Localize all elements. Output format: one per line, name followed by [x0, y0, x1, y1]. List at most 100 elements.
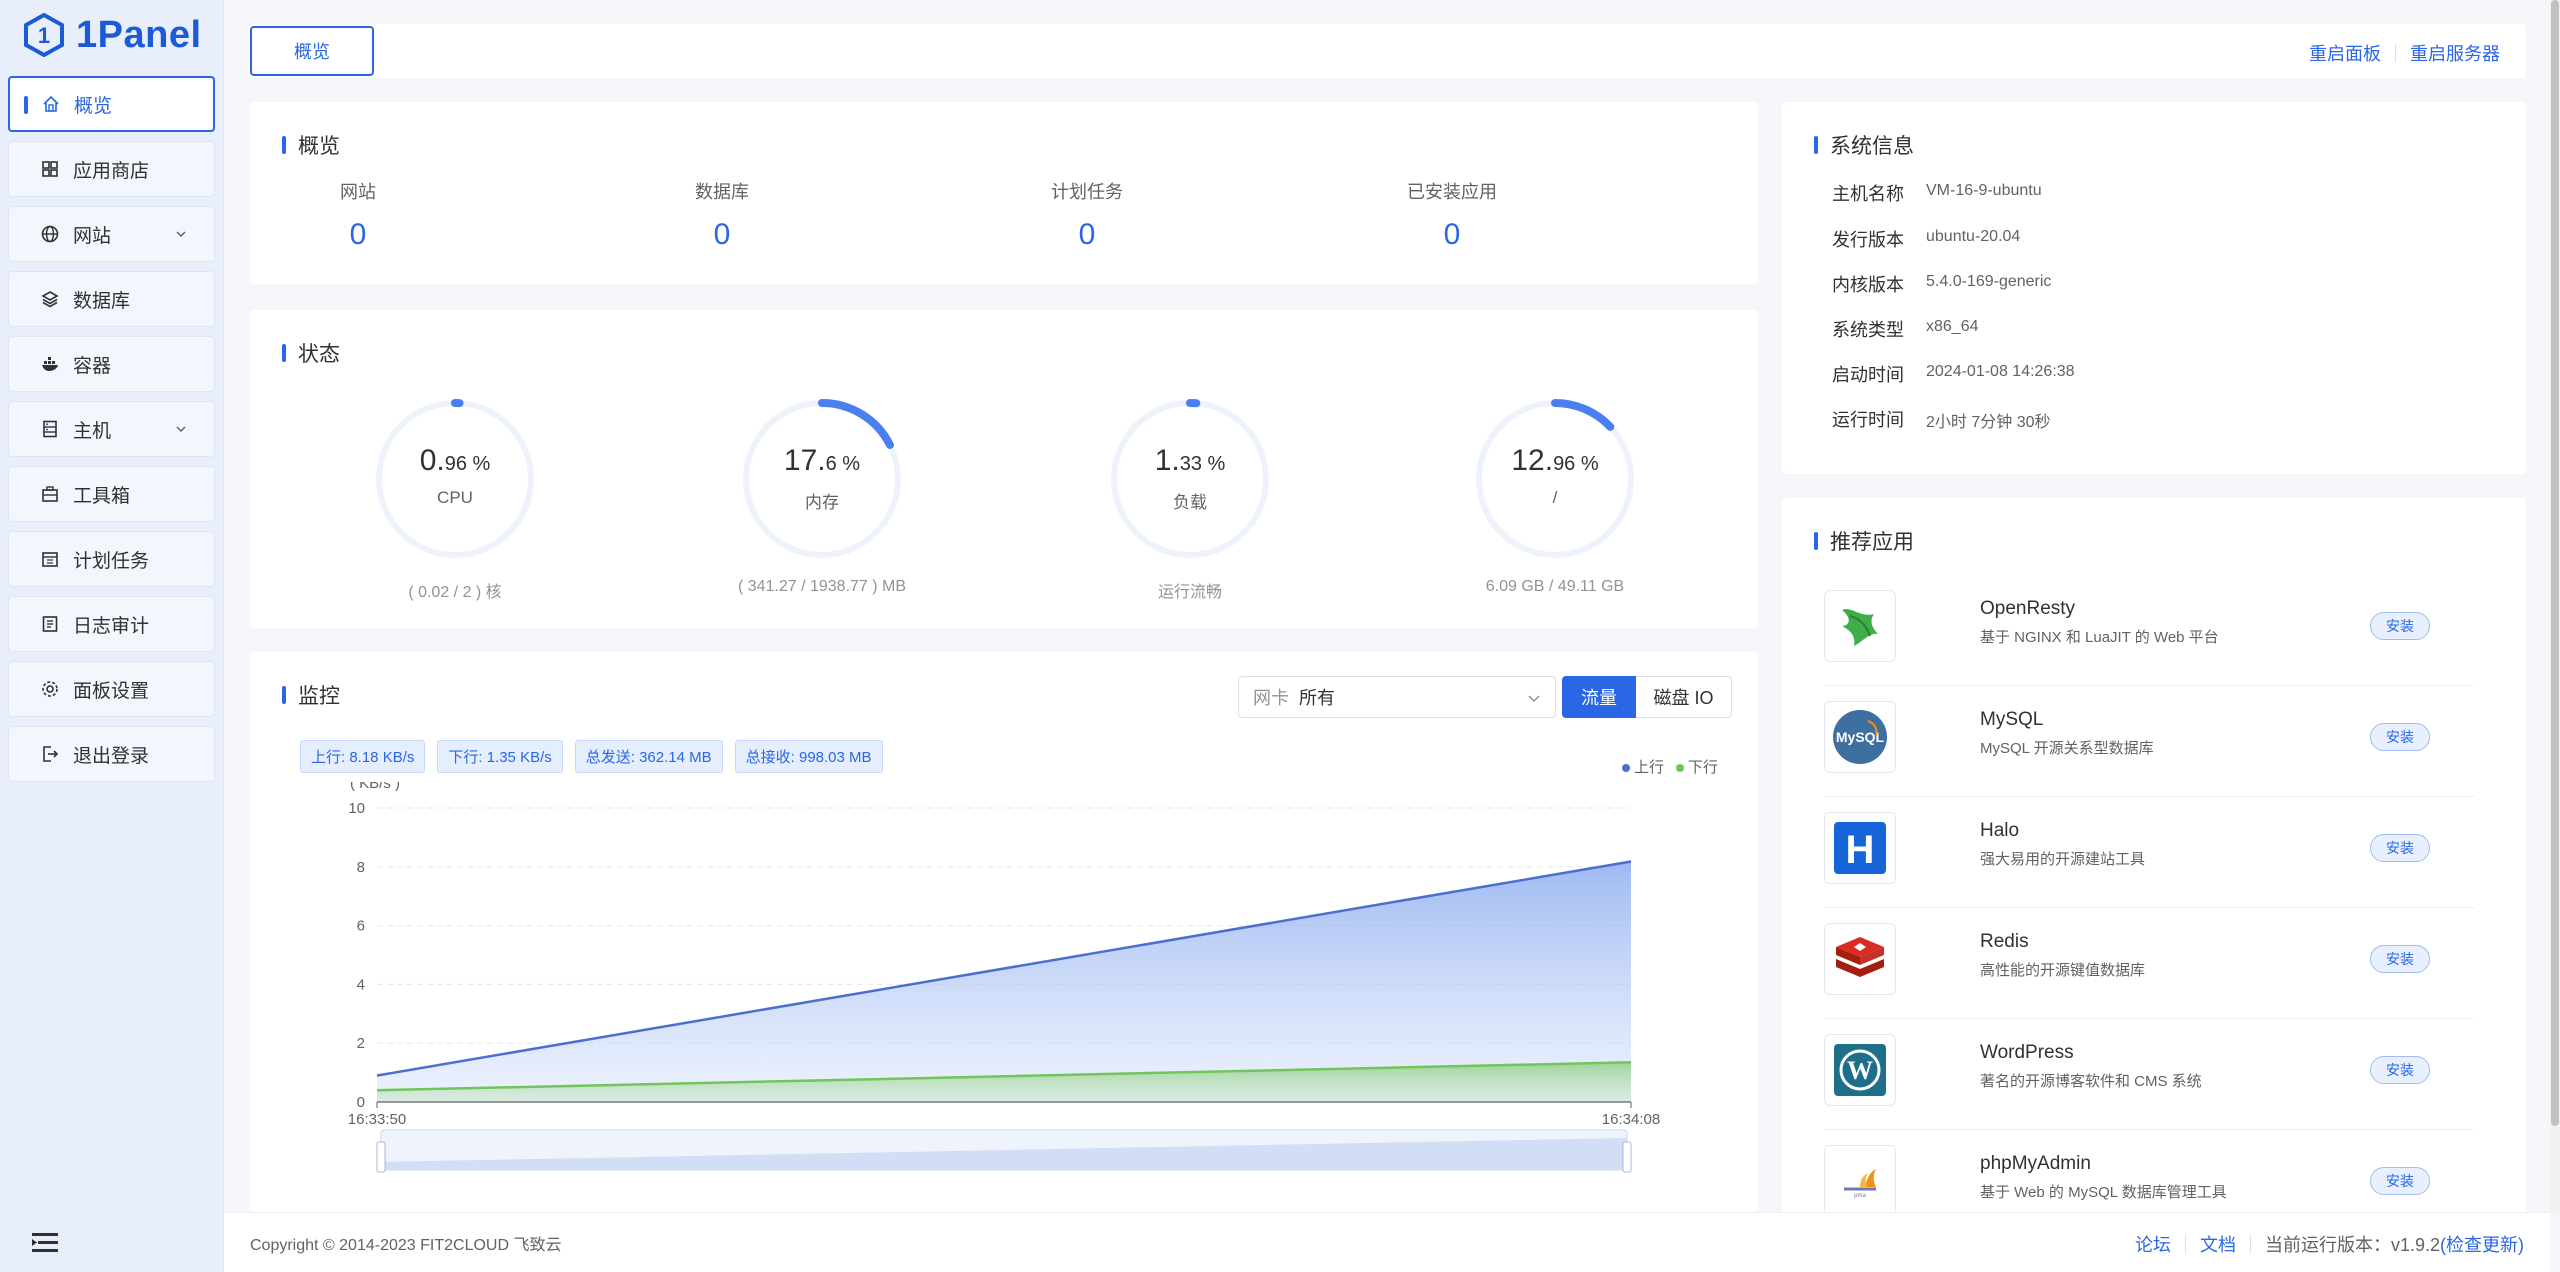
app-description: 基于 Web 的 MySQL 数据库管理工具	[1980, 1184, 2227, 1201]
install-button[interactable]: 安装	[2370, 834, 2430, 862]
sysinfo-key: 主机名称	[1832, 184, 1904, 204]
install-button[interactable]: 安装	[2370, 945, 2430, 973]
gauge-ring	[742, 399, 902, 559]
sysinfo-key: 内核版本	[1832, 275, 1904, 295]
brand-name: 1Panel	[76, 13, 202, 56]
divider	[2395, 44, 2396, 62]
page-scrollbar[interactable]	[2550, 0, 2560, 1212]
y-tick-label: 0	[357, 1094, 365, 1111]
stat-label: 数据库	[695, 182, 749, 202]
sidebar-item-server[interactable]: 主机	[8, 401, 215, 457]
install-button[interactable]: 安装	[2370, 723, 2430, 751]
overview-title: 概览	[282, 130, 340, 160]
sidebar-item-grid[interactable]: 应用商店	[8, 141, 215, 197]
zoom-handle-left[interactable]	[376, 1141, 386, 1173]
app-item-phpmyadmin[interactable]: pma phpMyAdmin 基于 Web 的 MySQL 数据库管理工具 安装	[1824, 1131, 2474, 1218]
gauge-value: 0.96 %	[370, 444, 540, 478]
svg-text:pma: pma	[1854, 1193, 1866, 1199]
app-name: Halo	[1980, 820, 2020, 841]
stat-value: 0	[1078, 218, 1096, 251]
app-item-openresty[interactable]: OpenResty 基于 NGINX 和 LuaJIT 的 Web 平台 安装	[1824, 576, 2474, 686]
sidebar-nav: 概览应用商店网站数据库容器主机工具箱计划任务日志审计面板设置退出登录	[0, 70, 223, 782]
sidebar-item-logout[interactable]: 退出登录	[8, 726, 215, 782]
logo-hexagon-icon: 1	[22, 12, 66, 58]
app-name: MySQL	[1980, 709, 2044, 730]
x-tick-label: 16:33:50	[348, 1111, 406, 1128]
sidebar-item-toolbox[interactable]: 工具箱	[8, 466, 215, 522]
sidebar-item-gear[interactable]: 面板设置	[8, 661, 215, 717]
app-item-halo[interactable]: H Halo 强大易用的开源建站工具 安装	[1824, 798, 2474, 908]
sidebar-item-log[interactable]: 日志审计	[8, 596, 215, 652]
check-update-link[interactable]: (检查更新)	[2440, 1231, 2524, 1257]
sidebar-item-layers[interactable]: 数据库	[8, 271, 215, 327]
menu-collapse-icon	[32, 1233, 58, 1252]
gauge-track	[376, 400, 534, 558]
sidebar-item-globe[interactable]: 网站	[8, 206, 215, 262]
svg-text:W: W	[1847, 1056, 1873, 1085]
gauge-value: 17.6 %	[737, 444, 907, 478]
gauge-subtext: ( 341.27 / 1938.77 ) MB	[737, 578, 907, 595]
footer-links: 论坛 文档 当前运行版本：v1.9.2 (检查更新)	[2135, 1231, 2524, 1257]
sysinfo-value: x86_64	[1926, 318, 1979, 335]
sidebar-item-label: 数据库	[73, 290, 131, 312]
sidebar-item-docker[interactable]: 容器	[8, 336, 215, 392]
overview-stat[interactable]: 计划任务 0	[987, 178, 1187, 252]
stat-value: 0	[349, 218, 367, 251]
collapse-menu-button[interactable]	[0, 1212, 224, 1272]
restart-panel-link[interactable]: 重启面板	[2309, 40, 2381, 66]
y-tick-label: 4	[357, 976, 365, 993]
gauge-label: /	[1552, 488, 1558, 507]
app-item-mysql[interactable]: MySQL MySQL MySQL 开源关系型数据库 安装	[1824, 687, 2474, 797]
x-tick-label: 16:34:08	[1602, 1111, 1660, 1128]
install-button[interactable]: 安装	[2370, 612, 2430, 640]
traffic-button[interactable]: 流量	[1562, 676, 1636, 718]
traffic-chip: 总接收: 998.03 MB	[734, 740, 883, 773]
sidebar-item-calendar[interactable]: 计划任务	[8, 531, 215, 587]
app-item-wordpress[interactable]: W WordPress 著名的开源博客软件和 CMS 系统 安装	[1824, 1020, 2474, 1130]
chevron-down-icon	[1528, 695, 1540, 703]
sidebar-item-label: 计划任务	[73, 550, 150, 572]
chart-legend: 上行 下行	[1621, 756, 1718, 777]
gauge-value-dec: 96 %	[1553, 453, 1599, 475]
docs-link[interactable]: 文档	[2200, 1231, 2236, 1257]
restart-server-link[interactable]: 重启服务器	[2410, 40, 2500, 66]
disk-io-button[interactable]: 磁盘 IO	[1636, 676, 1732, 718]
app-description: 基于 NGINX 和 LuaJIT 的 Web 平台	[1980, 629, 2219, 646]
install-button[interactable]: 安装	[2370, 1056, 2430, 1084]
footer: Copyright © 2014-2023 FIT2CLOUD 飞致云 论坛 文…	[224, 1212, 2550, 1272]
overview-stat[interactable]: 数据库 0	[622, 178, 822, 252]
sysinfo-value: 2024-01-08 14:26:38	[1926, 363, 2075, 380]
sidebar-item-label: 概览	[74, 95, 113, 117]
logo[interactable]: 1 1Panel	[0, 0, 223, 70]
sysinfo-value: 2小时 7分钟 30秒	[1926, 414, 2051, 431]
divider	[2249, 1235, 2251, 1253]
sidebar: 1 1Panel 概览应用商店网站数据库容器主机工具箱计划任务日志审计面板设置退…	[0, 0, 224, 1272]
app-description: 强大易用的开源建站工具	[1980, 851, 2146, 868]
overview-stat[interactable]: 网站 0	[258, 178, 458, 252]
legend-down[interactable]: 下行	[1675, 756, 1718, 777]
version-label: 当前运行版本：v1.9.2	[2264, 1235, 2440, 1255]
logout-icon	[39, 743, 61, 765]
install-button[interactable]: 安装	[2370, 1167, 2430, 1195]
gauge-value-int: 17.	[783, 444, 826, 477]
docker-icon	[39, 353, 61, 375]
forum-link[interactable]: 论坛	[2135, 1231, 2171, 1257]
mysql-icon: MySQL	[1824, 701, 1896, 773]
halo-icon: H	[1824, 812, 1896, 884]
legend-up[interactable]: 上行	[1621, 756, 1664, 777]
app-item-redis[interactable]: Redis 高性能的开源键值数据库 安装	[1824, 909, 2474, 1019]
calendar-icon	[39, 548, 61, 570]
sysinfo-title: 系统信息	[1814, 130, 1914, 160]
status-card: 状态 0.96 % CPU( 0.02 / 2 ) 核 17.6 % 内存( 341.…	[250, 310, 1758, 628]
nic-select[interactable]: 网卡 所有	[1238, 676, 1556, 718]
tab-overview[interactable]: 概览	[250, 26, 374, 76]
gauge-track	[1111, 400, 1269, 558]
sidebar-item-home[interactable]: 概览	[8, 76, 215, 132]
gauge-subtext: ( 0.02 / 2 ) 核	[408, 584, 502, 601]
overview-card: 概览 网站 0 数据库 0 计划任务 0 已安装应用 0	[250, 102, 1758, 284]
scrollbar-thumb[interactable]	[2551, 0, 2559, 1126]
chevron-down-icon	[176, 426, 186, 433]
overview-stat[interactable]: 已安装应用 0	[1352, 178, 1552, 252]
zoom-handle-right[interactable]	[1622, 1141, 1632, 1173]
gauge-ring	[1475, 399, 1635, 559]
